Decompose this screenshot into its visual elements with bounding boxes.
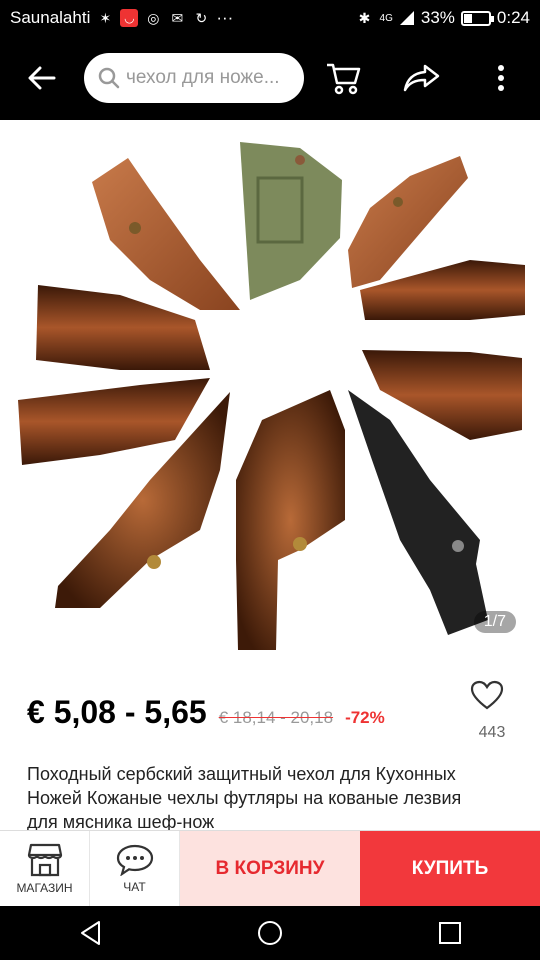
carrier-name: Saunalahti	[10, 8, 91, 27]
share-icon	[403, 64, 440, 92]
mail-icon: ✉	[171, 9, 184, 26]
status-bar: Saunalahti ✶ ◡ ◎ ✉ ↻ ··· ✱ 4G 33% 0:24	[0, 0, 540, 36]
system-nav-bar	[0, 906, 540, 960]
share-button[interactable]	[392, 48, 452, 108]
clock: 0:24	[496, 8, 530, 27]
circle-home-icon	[258, 921, 282, 945]
back-arrow-icon	[28, 66, 56, 90]
price: € 5,08 - 5,65	[27, 694, 207, 730]
search-input[interactable]: чехол для ноже...	[84, 53, 304, 103]
back-button[interactable]	[0, 36, 84, 120]
bluetooth-icon: ✱	[358, 9, 371, 26]
app-bar: чехол для ноже...	[0, 36, 540, 120]
chat-label: ЧАТ	[123, 880, 146, 894]
chat-icon	[116, 844, 153, 876]
more-menu-button[interactable]	[471, 48, 531, 108]
search-icon	[98, 67, 120, 89]
buy-now-button[interactable]: КУПИТЬ	[360, 831, 540, 907]
product-info: € 5,08 - 5,65 € 18,14 - 20,18 -72% 443 П…	[0, 658, 540, 832]
square-recents-icon	[439, 922, 461, 944]
triangle-back-icon	[81, 921, 100, 945]
discount-badge: -72%	[345, 708, 385, 727]
product-image[interactable]: 1/7	[0, 120, 540, 658]
store-label: МАГАЗИН	[16, 881, 73, 895]
more-vertical-icon	[497, 65, 504, 91]
store-tab[interactable]: МАГАЗИН	[0, 831, 90, 907]
signal-icon	[399, 11, 414, 25]
add-to-cart-button[interactable]: В КОРЗИНУ	[180, 831, 360, 907]
battery-percent: 33%	[420, 8, 455, 27]
battery-icon	[460, 10, 494, 26]
nav-back-button[interactable]	[60, 906, 120, 960]
more-notifications: ···	[216, 8, 234, 27]
old-price: € 18,14 - 20,18	[218, 708, 334, 727]
heart-icon	[470, 680, 504, 710]
wishlist-count: 443	[478, 724, 506, 741]
nav-recents-button[interactable]	[420, 906, 480, 960]
notification-app-icon: ◡	[120, 9, 139, 27]
search-text: чехол для ноже...	[126, 67, 280, 88]
nav-home-button[interactable]	[240, 906, 300, 960]
image-counter: 1/7	[473, 611, 516, 633]
store-icon	[27, 843, 62, 877]
bottom-action-bar: МАГАЗИН ЧАТ В КОРЗИНУ КУПИТЬ	[0, 830, 540, 907]
cart-icon	[327, 63, 361, 95]
notification-cat-icon: ✶	[99, 9, 112, 26]
wishlist-button[interactable]	[470, 680, 504, 715]
product-photo	[18, 142, 525, 650]
whatsapp-icon: ◎	[147, 9, 160, 26]
sync-icon: ↻	[195, 9, 208, 26]
chat-tab[interactable]: ЧАТ	[90, 831, 180, 907]
product-title: Походный сербский защитный чехол для Кух…	[27, 764, 462, 832]
network-type: 4G	[379, 12, 393, 24]
cart-button[interactable]	[313, 48, 373, 108]
